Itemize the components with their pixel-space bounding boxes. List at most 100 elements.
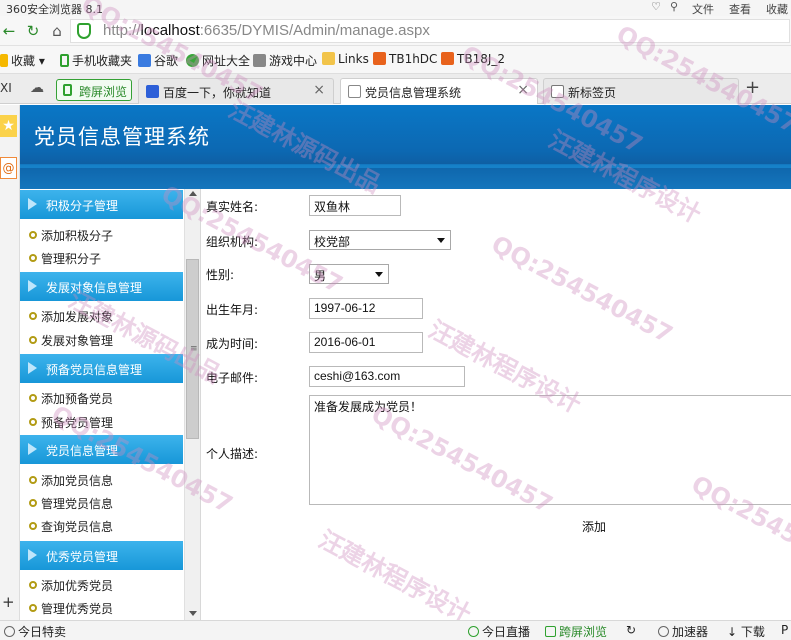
bookmark-sites[interactable]: 网址大全: [186, 52, 250, 69]
birth-input[interactable]: 1997-06-12: [309, 298, 423, 319]
bullet-icon: [29, 499, 37, 507]
google-icon: [138, 54, 151, 67]
menu-favorites[interactable]: 收藏: [766, 1, 788, 17]
status-download[interactable]: ↓ 下载: [727, 623, 765, 640]
bookmark-favorites[interactable]: 收藏 ▾: [0, 52, 45, 69]
description-textarea[interactable]: 准备发展成为党员！: [309, 395, 791, 505]
status-download-label: 下载: [740, 625, 765, 639]
cross-screen-label: 跨屏浏览: [79, 85, 128, 99]
menu-item-add-development[interactable]: 添加发展对象: [20, 304, 183, 327]
status-live[interactable]: 今日直播: [468, 623, 530, 640]
gender-select[interactable]: 男: [309, 264, 389, 284]
tab-label: 百度一下，你就知道: [163, 86, 272, 100]
menu-item-manage-activist[interactable]: 管理积分子: [20, 246, 183, 269]
new-tab-button[interactable]: +: [745, 77, 760, 98]
status-sync-icon[interactable]: ↻: [626, 623, 636, 637]
menu-item-manage-member[interactable]: 管理党员信息: [20, 491, 183, 514]
menu-item-add-probationary[interactable]: 添加预备党员: [20, 386, 183, 409]
menu-scrollbar[interactable]: ≡: [184, 189, 200, 620]
favorite-star-icon[interactable]: ★: [0, 115, 17, 137]
menu-item-label: 添加优秀党员: [41, 579, 114, 593]
address-input[interactable]: http://localhost:6635/DYMIS/Admin/manage…: [70, 19, 790, 43]
menu-item-manage-probationary[interactable]: 预备党员管理: [20, 410, 183, 433]
arrow-right-icon: [28, 198, 37, 210]
tab-party-system[interactable]: 党员信息管理系统 ×: [340, 78, 538, 104]
gamepad-icon: [253, 54, 266, 67]
app-title: 360安全浏览器 8.1: [6, 3, 103, 16]
url-text: http://localhost:6635/DYMIS/Admin/manage…: [103, 22, 430, 39]
bullet-icon: [29, 604, 37, 612]
refresh-icon[interactable]: ↻: [24, 22, 42, 40]
menu-item-label: 管理优秀党员: [41, 602, 114, 616]
menu-item-manage-development[interactable]: 发展对象管理: [20, 328, 183, 351]
menu-item-manage-excellent[interactable]: 管理优秀党员: [20, 596, 183, 619]
bookmark-links[interactable]: Links: [322, 52, 369, 66]
page-icon: [348, 85, 361, 98]
feedback-icon[interactable]: ♡: [650, 1, 662, 13]
org-select-value: 校党部: [314, 235, 351, 249]
org-select[interactable]: 校党部: [309, 230, 451, 250]
back-icon[interactable]: ←: [0, 22, 18, 40]
tab-strip-edge-icon[interactable]: XI: [0, 81, 12, 95]
gender-select-value: 男: [314, 269, 327, 283]
menu-item-label: 管理积分子: [41, 252, 102, 266]
home-icon[interactable]: ⌂: [48, 22, 66, 40]
menu-group-excellent[interactable]: 优秀党员管理: [20, 541, 183, 570]
status-end[interactable]: P: [781, 623, 788, 637]
cross-screen-button[interactable]: 跨屏浏览: [56, 79, 132, 101]
bookmark-google[interactable]: 谷歌: [138, 52, 178, 69]
birth-label: 出生年月:: [206, 303, 259, 317]
menu-item-add-excellent[interactable]: 添加优秀党员: [20, 573, 183, 596]
bookmark-mobile[interactable]: 手机收藏夹: [60, 52, 132, 69]
status-cross-screen[interactable]: 跨屏浏览: [545, 623, 607, 640]
bookmarks-bar: 收藏 ▾ 手机收藏夹 谷歌 网址大全 游戏中心 Links TB1hDC TB1…: [0, 46, 791, 74]
close-icon[interactable]: ×: [313, 82, 325, 98]
join-date-input[interactable]: 2016-06-01: [309, 332, 423, 353]
email-input[interactable]: ceshi@163.com: [309, 366, 465, 387]
browser-sidebar: ★ @ +: [0, 105, 20, 620]
bullet-icon: [29, 476, 37, 484]
add-icon[interactable]: +: [2, 593, 15, 611]
menu-group-label: 党员信息管理: [46, 444, 119, 458]
menu-item-label: 发展对象管理: [41, 334, 114, 348]
menu-group-probationary[interactable]: 预备党员信息管理: [20, 354, 183, 383]
menu-item-query-member[interactable]: 查询党员信息: [20, 514, 183, 537]
cloud-icon[interactable]: ☁: [30, 80, 44, 96]
menu-item-add-member[interactable]: 添加党员信息: [20, 468, 183, 491]
menu-group-members[interactable]: 党员信息管理: [20, 435, 183, 464]
status-bar: 今日特卖 今日直播 跨屏浏览 ↻ 加速器 ↓ 下载 P: [0, 620, 791, 640]
menu-group-development[interactable]: 发展对象信息管理: [20, 272, 183, 301]
bookmark-label: 手机收藏夹: [72, 54, 133, 68]
menu-group-activists[interactable]: 积极分子管理: [20, 190, 183, 219]
security-shield-icon: [77, 23, 91, 39]
close-icon[interactable]: ×: [517, 82, 529, 98]
bookmark-label: TB1hDC: [389, 52, 438, 66]
menu-item-label: 添加积极分子: [41, 229, 114, 243]
name-input[interactable]: 双鱼林: [309, 195, 401, 216]
menu-view[interactable]: 查看: [729, 1, 751, 17]
menu-item-add-activist[interactable]: 添加积极分子: [20, 223, 183, 246]
add-button[interactable]: 添加: [582, 518, 606, 535]
gender-label: 性别:: [206, 268, 235, 282]
join-date-label: 成为时间:: [206, 337, 259, 351]
user-icon[interactable]: ⚲: [668, 1, 680, 13]
menu-group-label: 优秀党员管理: [46, 550, 119, 564]
tab-baidu[interactable]: 百度一下，你就知道 ×: [138, 78, 334, 104]
scroll-up-icon[interactable]: [189, 191, 197, 196]
bullet-icon: [29, 231, 37, 239]
bookmark-tb1hdc[interactable]: TB1hDC: [373, 52, 437, 66]
menu-item-label: 预备党员管理: [41, 416, 114, 430]
scroll-thumb[interactable]: ≡: [186, 259, 199, 439]
bookmark-label: 网址大全: [202, 54, 251, 68]
status-deals[interactable]: 今日特卖: [4, 623, 66, 640]
menu-group-label: 预备党员信息管理: [46, 363, 143, 377]
mail-icon[interactable]: @: [0, 157, 17, 179]
bookmark-tb18j[interactable]: TB18J_2: [441, 52, 505, 66]
menu-file[interactable]: 文件: [692, 1, 714, 17]
tab-new[interactable]: 新标签页: [543, 78, 739, 104]
scroll-down-icon[interactable]: [189, 611, 197, 616]
bookmark-games[interactable]: 游戏中心: [253, 52, 317, 69]
left-menu: 积极分子管理 添加积极分子 管理积分子 发展对象信息管理 添加发展对象 发展对象…: [20, 189, 201, 620]
menu-group-label: 发展对象信息管理: [46, 281, 143, 295]
status-accelerator[interactable]: 加速器: [658, 623, 708, 640]
